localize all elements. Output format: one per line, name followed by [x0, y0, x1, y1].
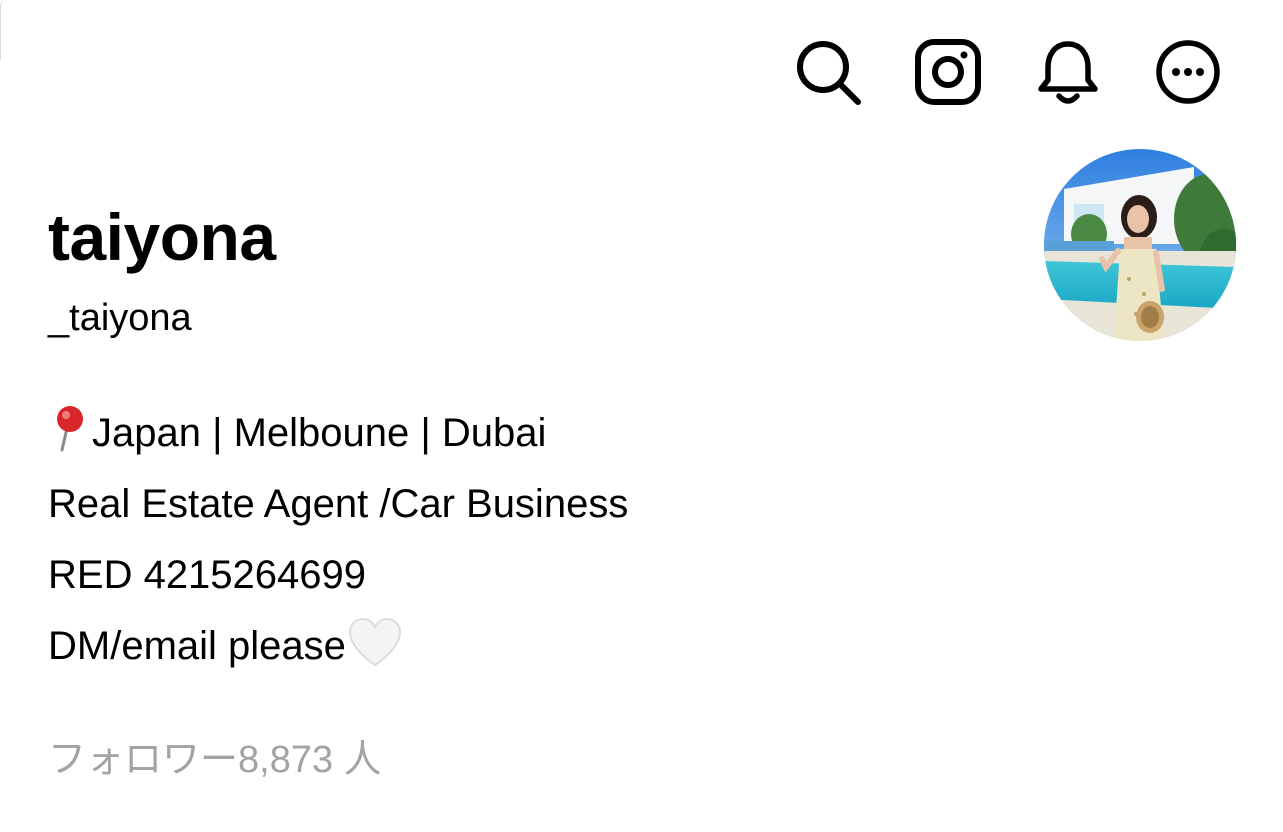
- username[interactable]: _taiyona: [48, 297, 192, 340]
- profile-page: taiyona _taiyona Japan | Melboune | Duba…: [0, 0, 1283, 832]
- bio-location-line: Japan | Melboune | Dubai: [48, 398, 628, 469]
- round-pushpin-icon: [48, 404, 88, 475]
- more-icon[interactable]: [1152, 36, 1224, 108]
- bell-icon[interactable]: [1032, 36, 1104, 108]
- bio: Japan | Melboune | Dubai Real Estate Age…: [48, 398, 628, 682]
- instagram-icon[interactable]: [912, 36, 984, 108]
- avatar-photo: [1044, 149, 1236, 341]
- search-icon[interactable]: [792, 36, 864, 108]
- bio-contact: DM/email please: [48, 624, 346, 668]
- followers-count[interactable]: フォロワー8,873 人: [48, 728, 382, 783]
- white-heart-icon: [346, 615, 404, 692]
- bio-occupation: Real Estate Agent /Car Business: [48, 482, 629, 526]
- display-name: taiyona: [48, 200, 276, 274]
- bio-location: Japan | Melboune | Dubai: [92, 411, 547, 455]
- avatar[interactable]: [1044, 149, 1236, 341]
- window-edge: [0, 0, 7, 60]
- bio-red-id: RED 4215264699: [48, 553, 367, 597]
- bio-contact-line: DM/email please: [48, 611, 628, 682]
